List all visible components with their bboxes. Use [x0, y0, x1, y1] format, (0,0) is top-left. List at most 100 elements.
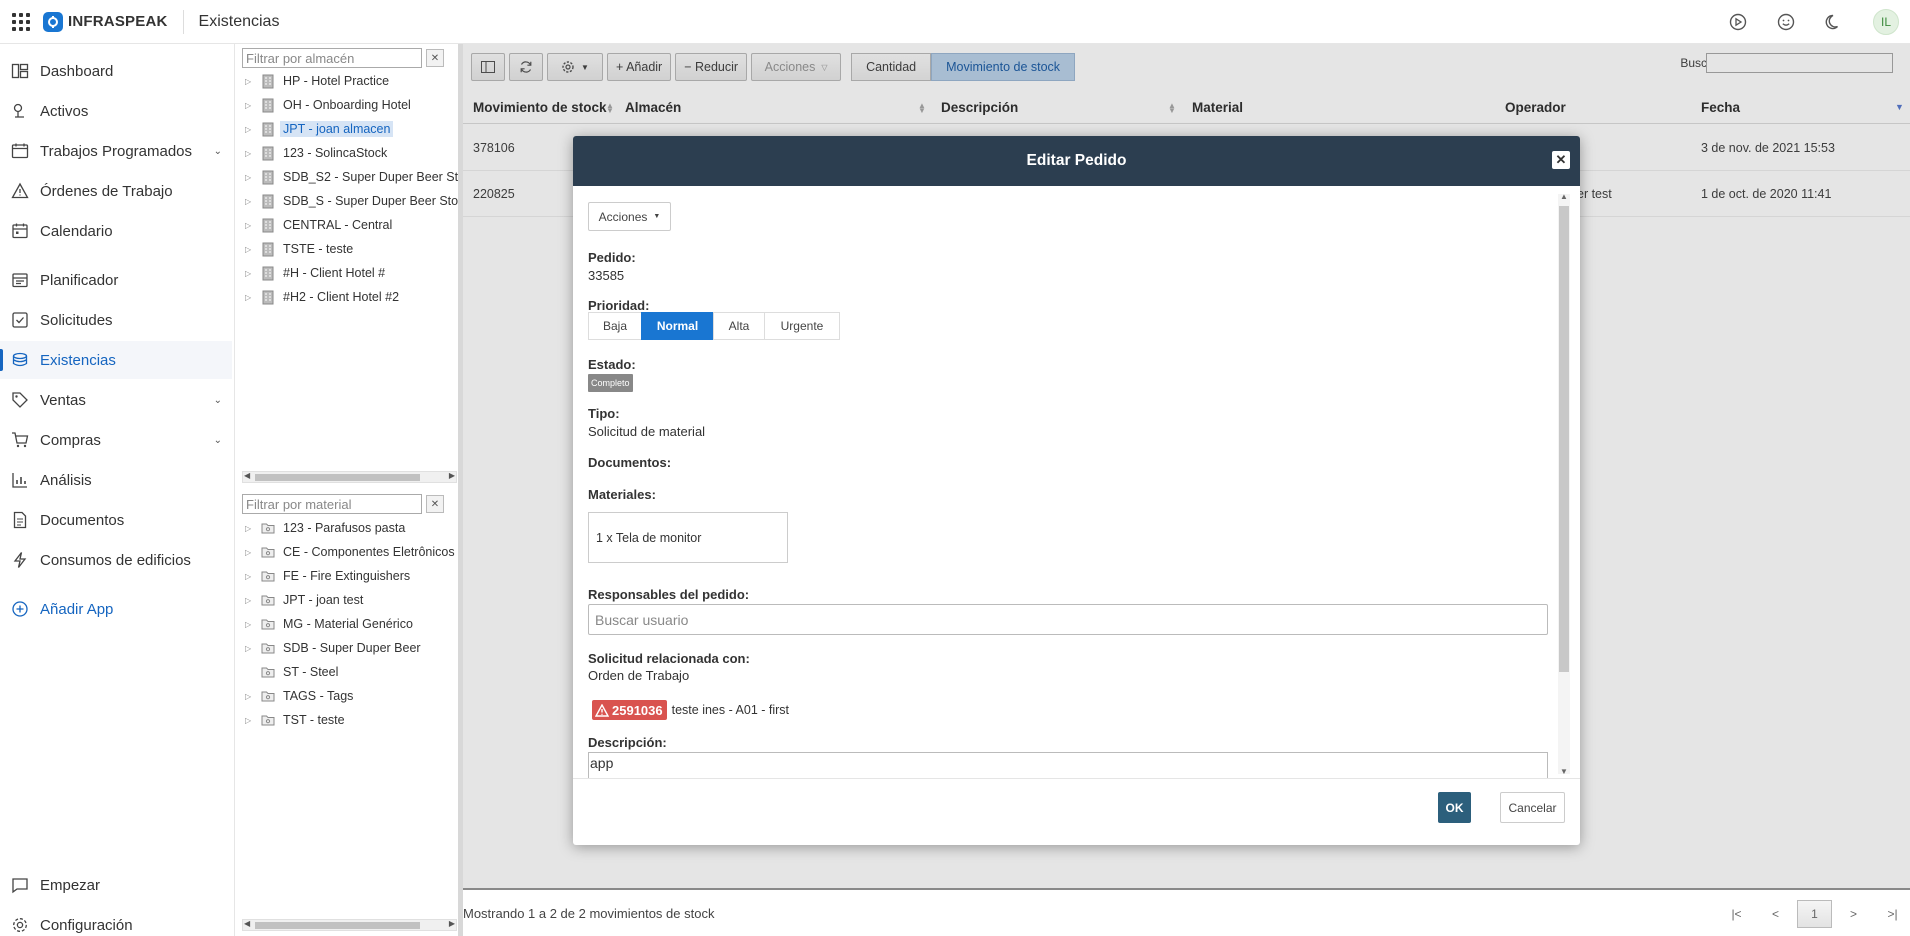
expand-arrow-icon[interactable]: ▷ [245, 173, 257, 182]
sidebar-item-activos[interactable]: Activos [0, 92, 232, 130]
scroll-right-icon[interactable]: ▶ [449, 471, 455, 480]
tree-item[interactable]: ▷ OH - Onboarding Hotel [245, 95, 414, 115]
sidebar-item-ordenes-de-trabajo[interactable]: Órdenes de Trabajo [0, 172, 232, 210]
dialog-actions-button[interactable]: Acciones ▼ [588, 202, 671, 231]
sidebar-item-analisis[interactable]: Análisis [0, 461, 232, 499]
scrollbar-thumb[interactable] [255, 474, 420, 481]
close-icon[interactable]: ✕ [1552, 151, 1570, 169]
sidebar-item-compras[interactable]: Compras ⌄ [0, 421, 232, 459]
expand-arrow-icon[interactable]: ▷ [245, 125, 257, 134]
expand-arrow-icon[interactable]: ▷ [245, 692, 257, 701]
expand-arrow-icon[interactable]: ▷ [245, 548, 257, 557]
sidebar-item-documentos[interactable]: Documentos [0, 501, 232, 539]
scroll-right-icon[interactable]: ▶ [449, 919, 455, 928]
tree-item[interactable]: ▷ TST - teste [245, 710, 348, 730]
sidebar-item-planificador[interactable]: Planificador [0, 261, 232, 299]
tree-item[interactable]: ▷ SDB - Super Duper Beer [245, 638, 424, 658]
current-page[interactable]: 1 [1797, 900, 1832, 928]
sidebar-item-ventas[interactable]: Ventas ⌄ [0, 381, 232, 419]
expand-arrow-icon[interactable]: ▷ [245, 596, 257, 605]
tree-item[interactable]: ▷ CE - Componentes Eletrônicos [245, 542, 458, 562]
clear-warehouse-filter-button[interactable]: ✕ [426, 49, 444, 67]
scroll-up-icon[interactable]: ▲ [1560, 192, 1568, 201]
expand-arrow-icon[interactable]: ▷ [245, 269, 257, 278]
scrollbar-thumb[interactable] [255, 922, 420, 929]
last-page-button[interactable]: >| [1875, 900, 1910, 928]
clear-material-filter-button[interactable]: ✕ [426, 495, 444, 513]
tree-item[interactable]: ▷ SDB_S - Super Duper Beer Stock [245, 191, 474, 211]
sidebar-item-configuracion[interactable]: Configuración [0, 906, 232, 936]
warehouse-filter-input[interactable] [242, 48, 422, 68]
scroll-left-icon[interactable]: ◀ [244, 471, 250, 480]
chevron-down-icon[interactable]: ⌄ [214, 435, 222, 446]
scroll-left-icon[interactable]: ◀ [244, 919, 250, 928]
tree-item[interactable]: ▷ SDB_S2 - Super Duper Beer Stock [245, 167, 481, 187]
tree-item[interactable]: ▷ 123 - Parafusos pasta [245, 518, 408, 538]
scrollbar-thumb[interactable] [1559, 206, 1569, 672]
expand-arrow-icon[interactable]: ▷ [245, 197, 257, 206]
dialog-scrollbar[interactable]: ▲ ▼ [1558, 192, 1570, 776]
related-work-order[interactable]: 2591036 teste ines - A01 - first [592, 700, 789, 720]
tree-item[interactable]: ▷ MG - Material Genérico [245, 614, 416, 634]
tree-item[interactable]: ▷ JPT - joan test [245, 590, 366, 610]
tree-item[interactable]: ▷ #H2 - Client Hotel #2 [245, 287, 402, 307]
next-page-button[interactable]: > [1836, 900, 1871, 928]
expand-arrow-icon[interactable]: ▷ [245, 293, 257, 302]
sidebar-item-consumos[interactable]: Consumos de edificios [0, 541, 232, 579]
sidebar-item-empezar[interactable]: Empezar [0, 866, 232, 904]
tree-item[interactable]: ▷ 123 - SolincaStock [245, 143, 390, 163]
sidebar-item-label: Órdenes de Trabajo [40, 182, 173, 200]
smiley-icon[interactable] [1777, 13, 1795, 31]
expand-arrow-icon[interactable]: ▷ [245, 101, 257, 110]
priority-selector: Baja Normal Alta Urgente [588, 312, 840, 340]
warehouse-tree-scrollbar[interactable]: ◀ ▶ [242, 471, 457, 483]
tree-item[interactable]: ▷ TAGS - Tags [245, 686, 356, 706]
expand-arrow-icon[interactable]: ▷ [245, 716, 257, 725]
search-user-input[interactable] [588, 604, 1548, 635]
tree-item[interactable]: ▷ FE - Fire Extinguishers [245, 566, 413, 586]
ok-button[interactable]: OK [1438, 792, 1471, 823]
tree-item[interactable]: ▷ TSTE - teste [245, 239, 356, 259]
tree-item[interactable]: ST - Steel [245, 662, 341, 682]
tree-item[interactable]: ▷ JPT - joan almacen [245, 119, 394, 139]
sidebar-item-solicitudes[interactable]: Solicitudes [0, 301, 232, 339]
user-avatar[interactable]: IL [1873, 9, 1899, 35]
prev-page-button[interactable]: < [1758, 900, 1793, 928]
priority-normal[interactable]: Normal [641, 312, 714, 340]
material-tree-scrollbar[interactable]: ◀ ▶ [242, 919, 457, 931]
chevron-down-icon[interactable]: ⌄ [214, 395, 222, 406]
work-order-badge[interactable]: 2591036 [592, 700, 667, 720]
first-page-button[interactable]: |< [1719, 900, 1754, 928]
chevron-down-icon[interactable]: ⌄ [214, 146, 222, 157]
sidebar-item-existencias[interactable]: Existencias [0, 341, 232, 379]
priority-alta[interactable]: Alta [713, 312, 765, 340]
tree-item[interactable]: ▷ HP - Hotel Practice [245, 71, 392, 91]
material-filter-input[interactable] [242, 494, 422, 514]
scroll-down-icon[interactable]: ▼ [1560, 767, 1568, 776]
expand-arrow-icon[interactable]: ▷ [245, 644, 257, 653]
tree-item-label: SDB_S2 - Super Duper Beer Stock [283, 170, 478, 184]
sidebar-item-calendario[interactable]: Calendario [0, 212, 232, 250]
apps-grid-icon[interactable] [11, 12, 31, 32]
plus-circle-icon [11, 600, 29, 618]
sidebar-item-trabajos-programados[interactable]: Trabajos Programados ⌄ [0, 132, 232, 170]
cancel-button[interactable]: Cancelar [1500, 792, 1565, 823]
description-field[interactable]: app [588, 752, 1548, 778]
expand-arrow-icon[interactable]: ▷ [245, 524, 257, 533]
expand-arrow-icon[interactable]: ▷ [245, 149, 257, 158]
expand-arrow-icon[interactable]: ▷ [245, 620, 257, 629]
expand-arrow-icon[interactable]: ▷ [245, 221, 257, 230]
play-circle-icon[interactable] [1729, 13, 1747, 31]
tree-item-label: TSTE - teste [283, 242, 354, 256]
add-app-button[interactable]: Añadir App [0, 590, 232, 628]
tree-item[interactable]: ▷ CENTRAL - Central [245, 215, 395, 235]
sidebar-item-dashboard[interactable]: Dashboard [0, 52, 232, 90]
expand-arrow-icon[interactable]: ▷ [245, 245, 257, 254]
priority-baja[interactable]: Baja [588, 312, 642, 340]
tree-item[interactable]: ▷ #H - Client Hotel # [245, 263, 388, 283]
brand-logo[interactable]: INFRASPEAK [43, 11, 168, 32]
moon-icon[interactable] [1825, 13, 1843, 31]
expand-arrow-icon[interactable]: ▷ [245, 572, 257, 581]
expand-arrow-icon[interactable]: ▷ [245, 77, 257, 86]
priority-urgente[interactable]: Urgente [764, 312, 840, 340]
